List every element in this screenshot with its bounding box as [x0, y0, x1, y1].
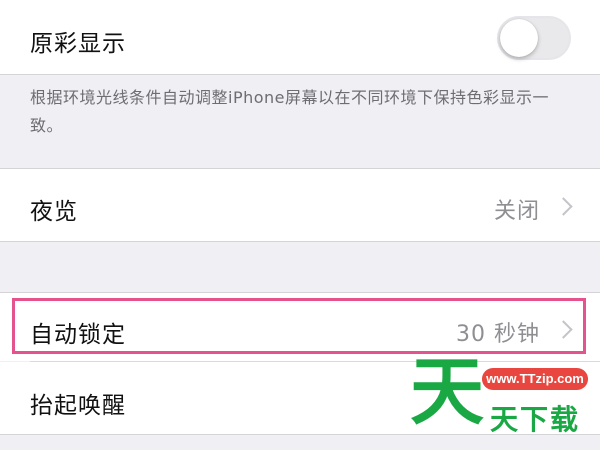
watermark-url: www.TTzip.com: [482, 368, 588, 390]
divider: [0, 74, 600, 75]
true-tone-toggle[interactable]: [497, 16, 571, 60]
chevron-right-icon: [554, 320, 573, 339]
night-shift-label: 夜览: [30, 199, 78, 225]
auto-lock-label: 自动锁定: [30, 322, 126, 348]
night-shift-cell[interactable]: 夜览 关闭: [0, 169, 600, 241]
chevron-right-icon: [554, 197, 573, 216]
auto-lock-cell[interactable]: 自动锁定 30 秒钟: [0, 293, 600, 361]
auto-lock-value: 30 秒钟: [456, 322, 540, 347]
toggle-knob: [500, 19, 538, 57]
night-shift-value: 关闭: [493, 199, 540, 224]
watermark-big-char: 天: [410, 349, 484, 435]
watermark-logo: 天 www.TTzip.com 天下载: [410, 352, 596, 446]
watermark-name: 天下载: [490, 403, 581, 436]
true-tone-label: 原彩显示: [30, 31, 126, 57]
display-brightness-settings: 原彩显示 根据环境光线条件自动调整iPhone屏幕以在不同环境下保持色彩显示一致…: [0, 0, 600, 450]
true-tone-footer: 根据环境光线条件自动调整iPhone屏幕以在不同环境下保持色彩显示一致。: [30, 88, 550, 135]
raise-to-wake-label: 抬起唤醒: [30, 393, 126, 419]
true-tone-cell: 原彩显示: [0, 0, 600, 74]
divider: [0, 241, 600, 242]
